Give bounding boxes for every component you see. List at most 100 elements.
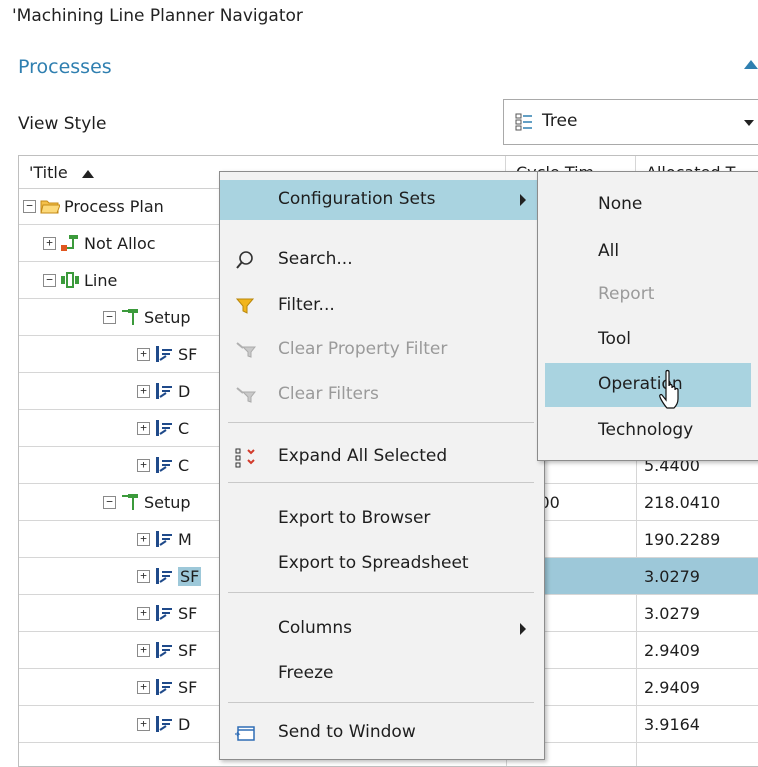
allocated-time-cell: 3.0279 <box>636 558 758 594</box>
view-style-value: Tree <box>542 111 578 131</box>
row-title: C <box>178 455 190 475</box>
row-title: Not Alloc <box>84 233 156 253</box>
operation-icon <box>156 420 172 436</box>
submenu-item-none[interactable]: None <box>538 183 758 227</box>
tree-view-icon <box>515 113 532 131</box>
collapse-toggle-icon[interactable]: − <box>103 310 116 324</box>
folder-open-icon <box>40 200 60 214</box>
menu-item-expand-all-selected[interactable]: Expand All Selected <box>220 437 542 477</box>
menu-item-label: Configuration Sets <box>278 189 436 209</box>
submenu-item-label: Technology <box>598 420 694 440</box>
expand-toggle-icon[interactable]: + <box>137 421 150 435</box>
expand-toggle-icon[interactable]: + <box>137 606 150 620</box>
expand-toggle-icon[interactable]: + <box>43 236 56 250</box>
magnifier-icon <box>236 251 253 269</box>
menu-item-freeze[interactable]: Freeze <box>220 654 542 694</box>
submenu-item-label: Tool <box>598 329 632 349</box>
row-title: SF <box>178 344 198 364</box>
menu-item-filter[interactable]: Filter... <box>220 286 542 326</box>
menu-separator <box>228 482 534 483</box>
row-title: M <box>178 529 192 549</box>
expand-toggle-icon[interactable]: + <box>137 717 150 731</box>
not-allocated-icon <box>61 235 78 251</box>
navigator-title: 'Machining Line Planner Navigator <box>12 6 303 26</box>
menu-separator <box>228 422 534 423</box>
setup-icon <box>122 494 138 510</box>
row-title: C <box>178 418 190 438</box>
collapse-toggle-icon[interactable]: − <box>103 495 116 509</box>
menu-item-clear-filters[interactable]: Clear Filters <box>220 375 542 415</box>
section-title-processes[interactable]: Processes <box>18 56 112 78</box>
row-title: SF <box>178 677 198 697</box>
column-header-title-label: 'Title <box>29 163 68 182</box>
menu-item-columns[interactable]: Columns <box>220 609 542 649</box>
row-title: SF <box>178 603 198 623</box>
collapse-toggle-icon[interactable]: − <box>23 199 36 213</box>
expand-all-icon <box>235 448 255 468</box>
menu-item-export-to-spreadsheet[interactable]: Export to Spreadsheet <box>220 544 542 584</box>
submenu-arrow-icon <box>520 623 526 635</box>
expand-toggle-icon[interactable]: + <box>137 643 150 657</box>
collapse-toggle-icon[interactable]: − <box>43 273 56 287</box>
expand-toggle-icon[interactable]: + <box>137 569 150 583</box>
operation-icon <box>156 346 172 362</box>
row-title: Line <box>84 270 118 290</box>
menu-item-label: Columns <box>278 618 352 638</box>
expand-toggle-icon[interactable]: + <box>137 532 150 546</box>
clear-filters-icon <box>236 387 256 403</box>
configuration-sets-submenu: None All Report Tool Operation Technolog… <box>537 171 758 461</box>
submenu-item-label: Report <box>598 284 655 304</box>
submenu-item-technology[interactable]: Technology <box>538 409 758 453</box>
submenu-item-report[interactable]: Report <box>538 273 758 317</box>
view-style-label: View Style <box>18 114 107 134</box>
menu-item-label: Freeze <box>278 663 334 683</box>
operation-icon <box>156 383 172 399</box>
operation-icon <box>156 605 172 621</box>
allocated-time-cell: 2.9409 <box>644 678 700 697</box>
view-style-select[interactable]: Tree <box>503 99 758 145</box>
clear-property-filter-icon <box>236 342 256 358</box>
operation-icon <box>156 531 172 547</box>
menu-item-label: Filter... <box>278 295 335 315</box>
menu-item-clear-property-filter[interactable]: Clear Property Filter <box>220 330 542 370</box>
sort-ascending-icon <box>81 169 94 178</box>
expand-toggle-icon[interactable]: + <box>137 458 150 472</box>
operation-icon <box>156 568 172 584</box>
row-title: D <box>178 381 191 401</box>
expand-toggle-icon[interactable]: + <box>137 384 150 398</box>
menu-item-send-to-window[interactable]: Send to Window <box>220 713 542 753</box>
menu-item-label: Export to Spreadsheet <box>278 553 469 573</box>
operation-icon <box>156 642 172 658</box>
menu-item-label: Export to Browser <box>278 508 431 528</box>
row-title: SF <box>178 640 198 660</box>
submenu-item-label: All <box>598 241 620 261</box>
allocated-time-cell: 190.2289 <box>644 530 721 549</box>
operation-icon <box>156 679 172 695</box>
submenu-item-tool[interactable]: Tool <box>538 318 758 362</box>
menu-item-configuration-sets[interactable]: Configuration Sets <box>220 180 542 220</box>
dropdown-arrow-icon <box>744 120 754 126</box>
menu-item-export-to-browser[interactable]: Export to Browser <box>220 499 542 539</box>
allocated-time-cell: 218.0410 <box>644 493 721 512</box>
menu-item-label: Clear Filters <box>278 384 379 404</box>
operation-icon <box>156 457 172 473</box>
row-title: Setup <box>144 492 191 512</box>
allocated-time-cell: 3.0279 <box>644 604 700 623</box>
menu-item-label: Clear Property Filter <box>278 339 448 359</box>
submenu-item-operation[interactable]: Operation <box>545 363 751 407</box>
expand-toggle-icon[interactable]: + <box>137 347 150 361</box>
menu-separator <box>228 592 534 593</box>
allocated-time-cell: 2.9409 <box>644 641 700 660</box>
context-menu: Configuration Sets Search... Filter... C… <box>219 171 545 760</box>
row-title: SF <box>178 566 202 586</box>
expand-toggle-icon[interactable]: + <box>137 680 150 694</box>
menu-item-label: Search... <box>278 249 353 269</box>
row-title: Setup <box>144 307 191 327</box>
menu-item-label: Expand All Selected <box>278 446 448 466</box>
menu-item-search[interactable]: Search... <box>220 240 542 280</box>
collapse-section-icon[interactable] <box>744 60 758 69</box>
menu-separator <box>228 702 534 703</box>
submenu-item-label: None <box>598 194 643 214</box>
submenu-item-all[interactable]: All <box>538 230 758 274</box>
hand-cursor-icon <box>659 369 679 409</box>
